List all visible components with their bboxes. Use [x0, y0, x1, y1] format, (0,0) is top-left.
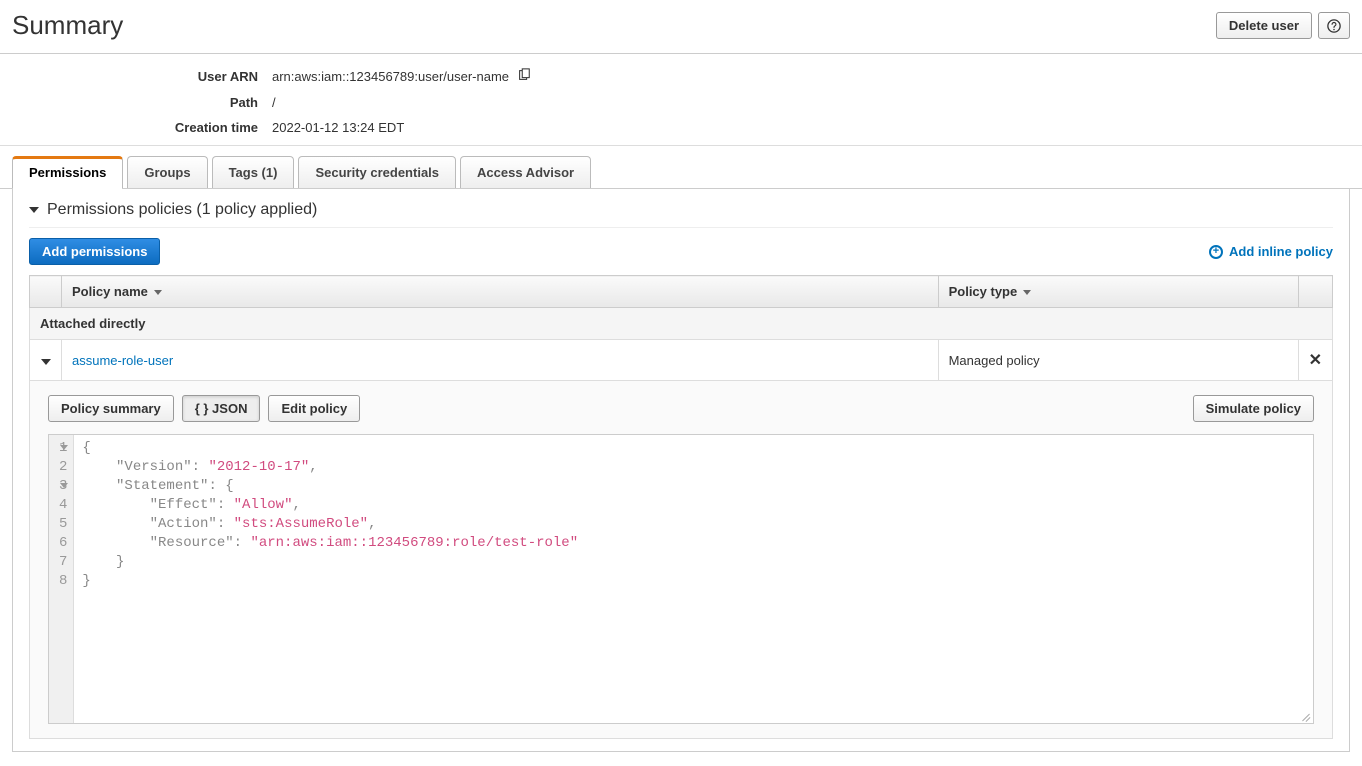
- code-line: "Statement": {: [82, 477, 1305, 496]
- page-header: Summary Delete user: [0, 0, 1362, 54]
- permissions-toolbar: Add permissions + Add inline policy: [29, 238, 1333, 265]
- gutter-line: 8: [59, 572, 67, 591]
- add-inline-policy-label: Add inline policy: [1229, 244, 1333, 259]
- delete-user-button[interactable]: Delete user: [1216, 12, 1312, 39]
- tab-groups[interactable]: Groups: [127, 156, 207, 188]
- gutter-line: 3: [59, 477, 67, 496]
- help-icon: [1327, 19, 1341, 33]
- policy-type-cell: Managed policy: [938, 340, 1298, 381]
- permissions-section-header: Permissions policies (1 policy applied): [29, 201, 1333, 228]
- tab-permissions[interactable]: Permissions: [12, 156, 123, 188]
- detail-row: Creation time2022-01-12 13:24 EDT: [12, 120, 1350, 135]
- page-title: Summary: [12, 10, 123, 41]
- detail-value-text: arn:aws:iam::123456789:user/user-name: [272, 69, 509, 84]
- add-permissions-button[interactable]: Add permissions: [29, 238, 160, 265]
- detail-value-text: 2022-01-12 13:24 EDT: [272, 120, 404, 135]
- policy-json-button[interactable]: { } JSON: [182, 395, 261, 422]
- code-line: "Version": "2012-10-17",: [82, 458, 1305, 477]
- add-inline-policy-link[interactable]: + Add inline policy: [1209, 244, 1333, 259]
- tab-tags-1[interactable]: Tags (1): [212, 156, 295, 188]
- editor-code[interactable]: { "Version": "2012-10-17", "Statement": …: [74, 435, 1313, 723]
- fold-caret-icon[interactable]: [60, 445, 68, 450]
- gutter-line: 5: [59, 515, 67, 534]
- gutter-line: 4: [59, 496, 67, 515]
- policy-json-editor[interactable]: 12345678 { "Version": "2012-10-17", "Sta…: [48, 434, 1314, 724]
- simulate-policy-button[interactable]: Simulate policy: [1193, 395, 1314, 422]
- policy-group-label: Attached directly: [30, 308, 1333, 340]
- policies-table: Policy name Policy type Attached directl…: [29, 275, 1333, 739]
- detail-label: User ARN: [12, 69, 272, 84]
- code-line: "Resource": "arn:aws:iam::123456789:role…: [82, 534, 1305, 553]
- policy-expanded-row: Policy summary { } JSON Edit policy Simu…: [30, 381, 1333, 739]
- detail-row: User ARNarn:aws:iam::123456789:user/user…: [12, 68, 1350, 85]
- tabs: PermissionsGroupsTags (1)Security creden…: [0, 156, 1362, 189]
- resize-handle-icon[interactable]: [1299, 709, 1311, 721]
- copy-icon[interactable]: [517, 68, 531, 85]
- detach-policy-button[interactable]: ✕: [1309, 352, 1322, 369]
- user-details: User ARNarn:aws:iam::123456789:user/user…: [0, 54, 1362, 146]
- editor-gutter: 12345678: [49, 435, 74, 723]
- detail-value: 2022-01-12 13:24 EDT: [272, 120, 404, 135]
- permissions-panel: Permissions policies (1 policy applied) …: [12, 189, 1350, 752]
- sort-arrow-icon: [1023, 290, 1031, 295]
- detail-row: Path/: [12, 95, 1350, 110]
- col-expand: [30, 276, 62, 308]
- header-actions: Delete user: [1216, 12, 1350, 39]
- code-line: {: [82, 439, 1305, 458]
- policy-name-link[interactable]: assume-role-user: [72, 353, 173, 368]
- edit-policy-button[interactable]: Edit policy: [268, 395, 360, 422]
- policy-view-controls: Policy summary { } JSON Edit policy Simu…: [48, 395, 1314, 422]
- detail-value-text: /: [272, 95, 276, 110]
- policy-row: assume-role-user Managed policy ✕: [30, 340, 1333, 381]
- code-line: }: [82, 572, 1305, 591]
- gutter-line: 1: [59, 439, 67, 458]
- plus-circle-icon: +: [1209, 245, 1223, 259]
- section-collapse-caret[interactable]: [29, 207, 39, 213]
- code-line: }: [82, 553, 1305, 572]
- detail-label: Path: [12, 95, 272, 110]
- policy-expand-caret[interactable]: [41, 359, 51, 365]
- detail-label: Creation time: [12, 120, 272, 135]
- col-policy-name[interactable]: Policy name: [62, 276, 939, 308]
- gutter-line: 7: [59, 553, 67, 572]
- code-line: "Effect": "Allow",: [82, 496, 1305, 515]
- policy-group-row: Attached directly: [30, 308, 1333, 340]
- code-line: "Action": "sts:AssumeRole",: [82, 515, 1305, 534]
- fold-caret-icon[interactable]: [60, 483, 68, 488]
- sort-arrow-icon: [154, 290, 162, 295]
- permissions-section-title: Permissions policies (1 policy applied): [47, 201, 317, 219]
- detail-value: /: [272, 95, 276, 110]
- help-button[interactable]: [1318, 12, 1350, 39]
- tab-security-credentials[interactable]: Security credentials: [298, 156, 456, 188]
- policy-summary-button[interactable]: Policy summary: [48, 395, 174, 422]
- col-policy-type[interactable]: Policy type: [938, 276, 1298, 308]
- detail-value: arn:aws:iam::123456789:user/user-name: [272, 68, 531, 85]
- gutter-line: 2: [59, 458, 67, 477]
- col-remove: [1298, 276, 1332, 308]
- tab-access-advisor[interactable]: Access Advisor: [460, 156, 591, 188]
- gutter-line: 6: [59, 534, 67, 553]
